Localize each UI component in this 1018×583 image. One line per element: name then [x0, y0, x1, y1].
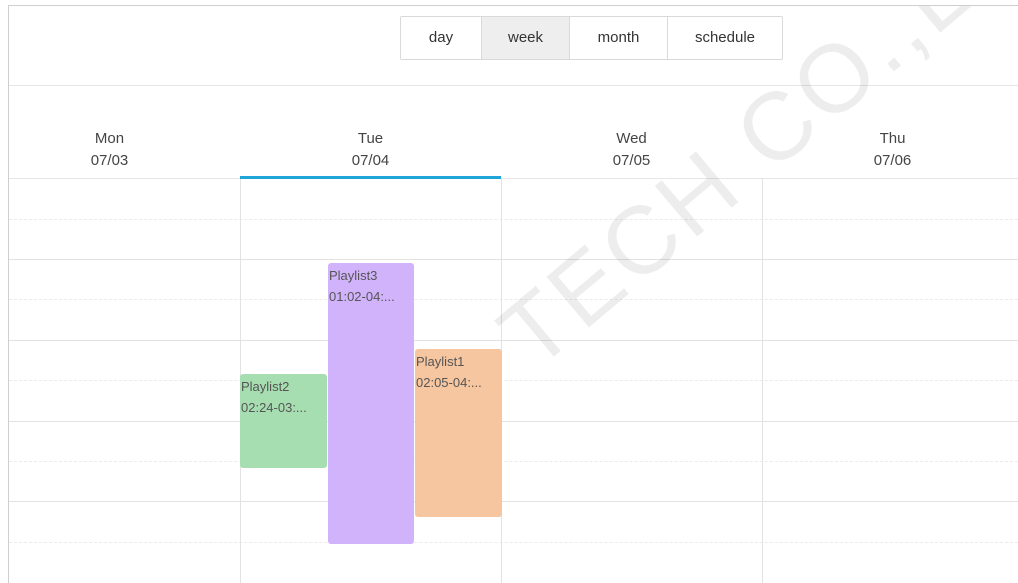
view-schedule-button[interactable]: schedule [668, 17, 782, 59]
grid-half-hour-line [9, 219, 1018, 220]
event-playlist2[interactable]: Playlist2 02:24-03:... [240, 374, 327, 468]
day-name: Mon [94, 130, 125, 147]
time-grid[interactable]: Playlist3 01:02-04:... Playlist2 02:24-0… [9, 179, 1018, 583]
calendar-frame: day week month schedule Mon 07/03 Tue 07… [8, 5, 1018, 583]
grid-hour-line [9, 501, 1018, 502]
event-playlist1[interactable]: Playlist1 02:05-04:... [415, 349, 502, 517]
day-header-wed[interactable]: Wed 07/05 [501, 86, 762, 179]
grid-half-hour-line [9, 461, 1018, 462]
calendar-toolbar: day week month schedule [9, 6, 1018, 86]
grid-hour-line [9, 340, 1018, 341]
view-switcher: day week month schedule [400, 16, 783, 60]
day-date: 07/06 [873, 152, 912, 169]
grid-hour-line [9, 259, 1018, 260]
day-name: Wed [616, 130, 647, 147]
day-header-thu[interactable]: Thu 07/06 [762, 86, 1018, 179]
day-date: 07/05 [612, 152, 651, 169]
view-day-button[interactable]: day [401, 17, 482, 59]
event-title: Playlist3 [329, 268, 378, 283]
event-time: 02:05-04:... [416, 375, 482, 390]
event-time: 02:24-03:... [241, 400, 307, 415]
event-title: Playlist1 [416, 354, 465, 369]
event-playlist3[interactable]: Playlist3 01:02-04:... [328, 263, 414, 544]
grid-half-hour-line [9, 542, 1018, 543]
grid-hour-line [9, 421, 1018, 422]
day-header-mon[interactable]: Mon 07/03 [9, 86, 240, 179]
day-column-divider [762, 179, 763, 583]
day-name: Tue [357, 130, 384, 147]
event-time: 01:02-04:... [329, 289, 395, 304]
event-title: Playlist2 [241, 379, 290, 394]
grid-half-hour-line [9, 299, 1018, 300]
day-name: Thu [879, 130, 906, 147]
view-week-button[interactable]: week [482, 17, 570, 59]
day-header-tue[interactable]: Tue 07/04 [240, 86, 501, 179]
view-month-button[interactable]: month [570, 17, 668, 59]
day-date: 07/03 [90, 152, 129, 169]
grid-half-hour-line [9, 380, 1018, 381]
day-date: 07/04 [351, 152, 390, 169]
